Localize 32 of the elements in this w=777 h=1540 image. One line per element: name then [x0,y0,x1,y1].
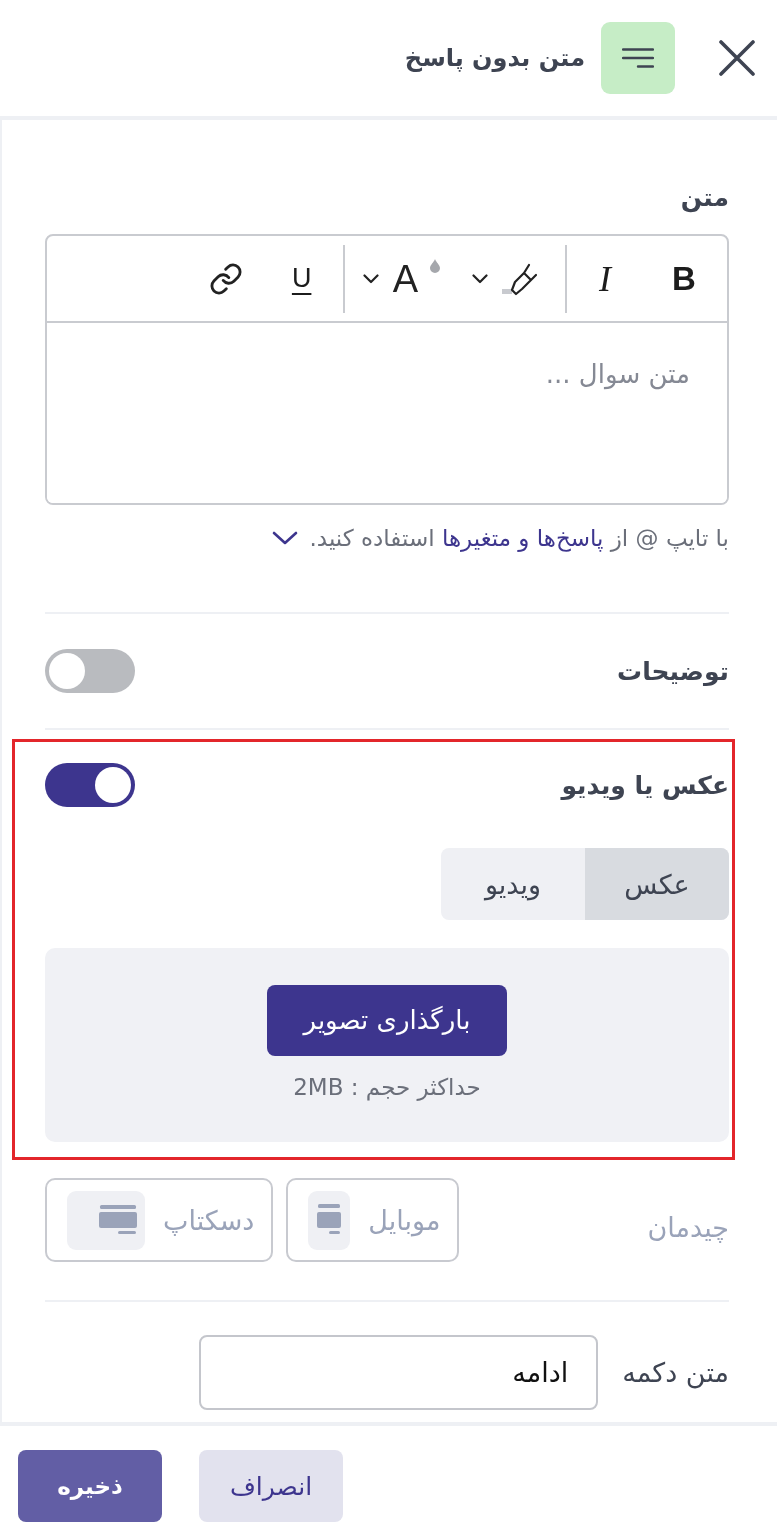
caret-icon [362,273,379,284]
description-label: توضیحات [617,656,729,686]
toggle-switch[interactable] [45,763,135,807]
link-icon [208,261,243,296]
drop-icon [430,258,440,273]
upload-image-button[interactable]: بارگذاری تصویر [267,984,507,1056]
panel-title: متن بدون پاسخ [404,44,585,72]
button-text-field[interactable]: ادامه [199,1335,599,1410]
save-button[interactable]: ذخیره [18,1450,162,1522]
close-button[interactable] [719,40,755,76]
toggle-switch[interactable] [45,649,135,693]
close-icon [719,40,755,76]
caret-icon [472,273,488,284]
cancel-button[interactable]: انصراف [199,1450,343,1522]
layout-label: چیدمان [647,1211,729,1243]
helper-text: با تایپ @ از پاسخ‌ها و متغیرها استفاده کنید. [309,524,729,553]
menu-icon [622,48,654,68]
media-label: عکس یا ویدیو [561,770,729,800]
underline-button[interactable]: U [281,252,322,305]
desktop-layout-icon [67,1190,145,1250]
variables-link[interactable]: پاسخ‌ها و متغیرها [441,525,604,551]
media-type-tab[interactable]: ویدیو [441,848,585,920]
text-color-button[interactable]: A [362,252,440,305]
button-text-label: متن دکمه [622,1357,729,1388]
menu-button[interactable] [601,22,675,94]
size-limit-note: حداکثر حجم : 2MB [293,1073,481,1100]
chevron-down-icon[interactable] [271,531,298,545]
bold-button[interactable]: B [658,252,710,305]
italic-button[interactable]: I [579,252,631,305]
media-type-tab[interactable]: عکس [585,848,729,920]
field-label: متن [680,182,729,215]
mobile-layout-icon [308,1190,351,1250]
